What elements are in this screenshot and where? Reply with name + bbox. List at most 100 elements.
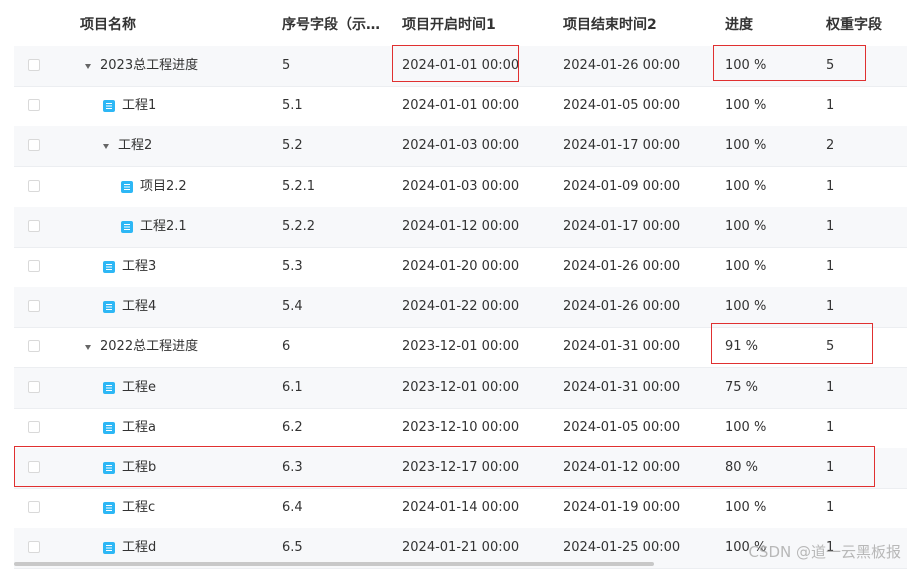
cell-seq: 5.2.1 [282,179,316,194]
cell-progress: 100 % [725,259,767,274]
row-name-label: 工程4 [122,299,157,314]
document-icon [103,261,115,273]
table-row[interactable]: 工程3 5.3 2024-01-20 00:00 2024-01-26 00:00 10… [14,247,907,288]
table-header: 项目名称 序号字段（示… 项目开启时间1 项目结束时间2 进度 权重字段 [0,0,907,46]
cell-seq: 6 [282,339,291,354]
header-progress[interactable]: 进度 [725,0,753,46]
cell-weight: 5 [826,58,835,73]
header-end-time[interactable]: 项目结束时间2 [563,0,657,46]
row-checkbox[interactable] [28,139,40,151]
cell-seq: 6.2 [282,420,303,435]
row-checkbox[interactable] [28,340,40,352]
row-checkbox[interactable] [28,99,40,111]
cell-seq: 5.2 [282,138,303,153]
row-checkbox[interactable] [28,59,40,71]
cell-end: 2024-01-12 00:00 [563,460,681,475]
document-icon [103,422,115,434]
header-name[interactable]: 项目名称 [80,0,136,46]
cell-weight: 2 [826,138,835,153]
row-checkbox[interactable] [28,421,40,433]
cell-name: 2023总工程进度 [85,46,198,86]
cell-weight: 1 [826,380,835,395]
row-checkbox[interactable] [28,300,40,312]
cell-end: 2024-01-17 00:00 [563,219,681,234]
cell-name: 工程2 [103,126,152,166]
table-row[interactable]: 2022总工程进度 6 2023-12-01 00:00 2024-01-31 00:… [14,327,907,368]
table-row[interactable]: 工程2 5.2 2024-01-03 00:00 2024-01-17 00:00 10… [14,126,907,167]
cell-progress: 100 % [725,299,767,314]
cell-progress: 100 % [725,500,767,515]
row-checkbox[interactable] [28,180,40,192]
cell-seq: 6.4 [282,500,303,515]
cell-seq: 5.4 [282,299,303,314]
cell-weight: 1 [826,98,835,113]
cell-weight: 1 [826,179,835,194]
cell-start: 2024-01-14 00:00 [402,500,520,515]
row-checkbox[interactable] [28,461,40,473]
table-row[interactable]: 工程a 6.2 2023-12-10 00:00 2024-01-05 00:00 10… [14,408,907,449]
cell-progress: 100 % [725,219,767,234]
cell-start: 2024-01-01 00:00 [402,98,520,113]
table-row[interactable]: 2023总工程进度 5 2024-01-01 00:00 2024-01-26 00:… [14,46,907,87]
row-checkbox[interactable] [28,381,40,393]
cell-seq: 6.1 [282,380,303,395]
table-row[interactable]: 项目2.2 5.2.1 2024-01-03 00:00 2024-01-09 00:… [14,167,907,208]
cell-end: 2024-01-19 00:00 [563,500,681,515]
cell-progress: 100 % [725,420,767,435]
row-checkbox[interactable] [28,220,40,232]
header-seq[interactable]: 序号字段（示… [282,0,380,46]
cell-end: 2024-01-09 00:00 [563,179,681,194]
cell-start: 2024-01-12 00:00 [402,219,520,234]
table-row[interactable]: 工程1 5.1 2024-01-01 00:00 2024-01-05 00:00 10… [14,86,907,127]
cell-name: 工程c [103,488,155,528]
row-checkbox[interactable] [28,501,40,513]
cell-progress: 80 % [725,460,759,475]
table-row[interactable]: 工程e 6.1 2023-12-01 00:00 2024-01-31 00:00 75… [14,368,907,409]
cell-end: 2024-01-31 00:00 [563,380,681,395]
cell-progress: 100 % [725,138,767,153]
cell-progress: 91 % [725,339,759,354]
document-icon [121,181,133,193]
document-icon [103,382,115,394]
row-name-label: 2022总工程进度 [100,339,199,354]
cell-start: 2024-01-03 00:00 [402,179,520,194]
header-weight[interactable]: 权重字段 [826,0,882,46]
cell-name: 工程1 [103,86,156,126]
cell-end: 2024-01-31 00:00 [563,339,681,354]
cell-weight: 1 [826,259,835,274]
cell-end: 2024-01-26 00:00 [563,259,681,274]
cell-end: 2024-01-26 00:00 [563,299,681,314]
table-row[interactable]: 工程4 5.4 2024-01-22 00:00 2024-01-26 00:00 10… [14,287,907,328]
table-row[interactable]: 工程c 6.4 2024-01-14 00:00 2024-01-19 00:00 10… [14,488,907,529]
cell-name: 工程e [103,368,156,408]
row-checkbox[interactable] [28,260,40,272]
table-row[interactable]: 工程b 6.3 2023-12-17 00:00 2024-01-12 00:00 80… [14,448,907,489]
expand-caret-icon[interactable] [85,63,91,69]
row-name-label: 工程b [122,460,157,475]
cell-start: 2023-12-01 00:00 [402,339,520,354]
cell-end: 2024-01-17 00:00 [563,138,681,153]
cell-start: 2024-01-22 00:00 [402,299,520,314]
table-row[interactable]: 工程2.1 5.2.2 2024-01-12 00:00 2024-01-17 00:… [14,207,907,248]
cell-end: 2024-01-05 00:00 [563,420,681,435]
cell-name: 项目2.2 [121,167,187,207]
cell-weight: 1 [826,219,835,234]
cell-name: 工程2.1 [121,207,187,247]
expand-caret-icon[interactable] [85,344,91,350]
header-start-time[interactable]: 项目开启时间1 [402,0,496,46]
cell-start: 2023-12-17 00:00 [402,460,520,475]
cell-progress: 75 % [725,380,759,395]
row-name-label: 工程2.1 [140,219,187,234]
cell-weight: 1 [826,420,835,435]
row-checkbox[interactable] [28,541,40,553]
row-name-label: 工程2 [118,138,153,153]
cell-start: 2024-01-03 00:00 [402,138,520,153]
document-icon [103,502,115,514]
cell-end: 2024-01-26 00:00 [563,58,681,73]
expand-caret-icon[interactable] [103,143,109,149]
cell-end: 2024-01-05 00:00 [563,98,681,113]
cell-seq: 5.3 [282,259,303,274]
horizontal-scrollbar[interactable] [14,562,654,566]
document-icon [103,542,115,554]
cell-progress: 100 % [725,98,767,113]
